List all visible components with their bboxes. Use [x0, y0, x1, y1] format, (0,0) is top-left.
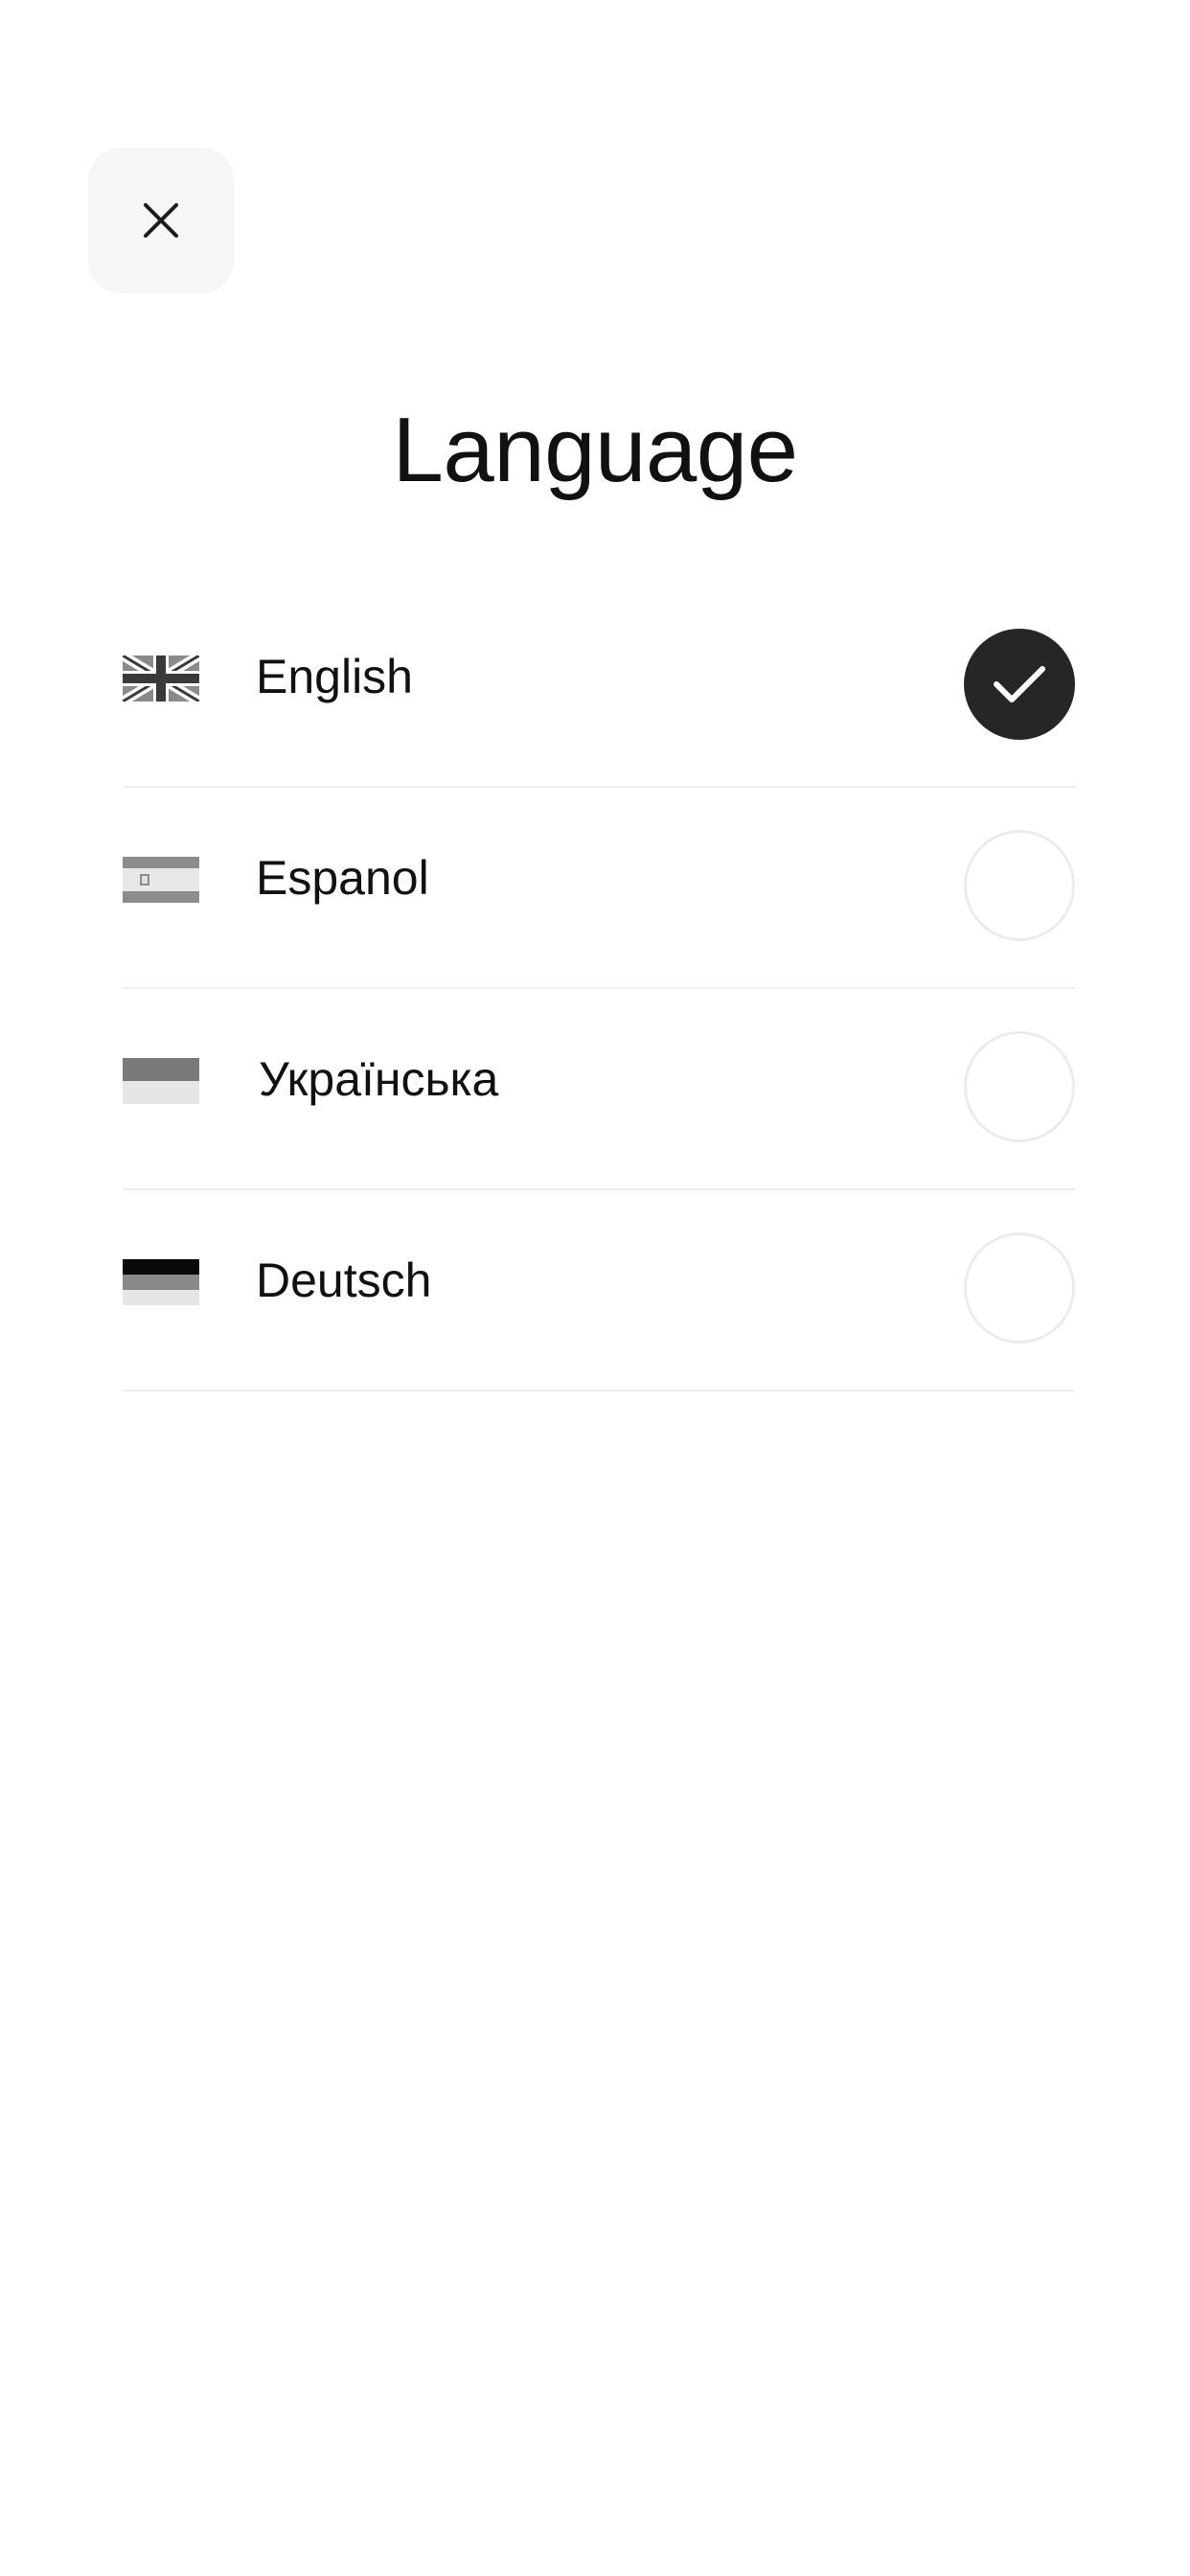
checkmark-icon	[994, 666, 1045, 702]
close-button[interactable]	[88, 148, 234, 293]
language-label: Deutsch	[256, 1254, 432, 1307]
page-title: Language	[392, 399, 798, 501]
ukraine-flag-icon	[123, 1058, 199, 1104]
language-label: Espanol	[256, 851, 429, 905]
language-label: English	[256, 650, 413, 703]
radio-unselected[interactable]	[964, 1031, 1075, 1142]
language-option-english[interactable]: English	[123, 586, 1075, 788]
radio-unselected[interactable]	[964, 1232, 1075, 1344]
spain-flag-icon	[123, 857, 199, 903]
language-option-deutsch[interactable]: Deutsch	[123, 1190, 1075, 1392]
radio-unselected[interactable]	[964, 830, 1075, 941]
germany-flag-icon	[123, 1259, 199, 1305]
language-option-espanol[interactable]: Espanol	[123, 788, 1075, 989]
language-option-ukrainian[interactable]: Українська	[123, 989, 1075, 1190]
close-icon	[144, 203, 178, 238]
language-list: English Espanol Українська Deutsch	[123, 586, 1075, 1392]
uk-flag-icon	[123, 656, 199, 702]
language-label: Українська	[259, 1052, 499, 1106]
radio-selected[interactable]	[964, 629, 1075, 740]
